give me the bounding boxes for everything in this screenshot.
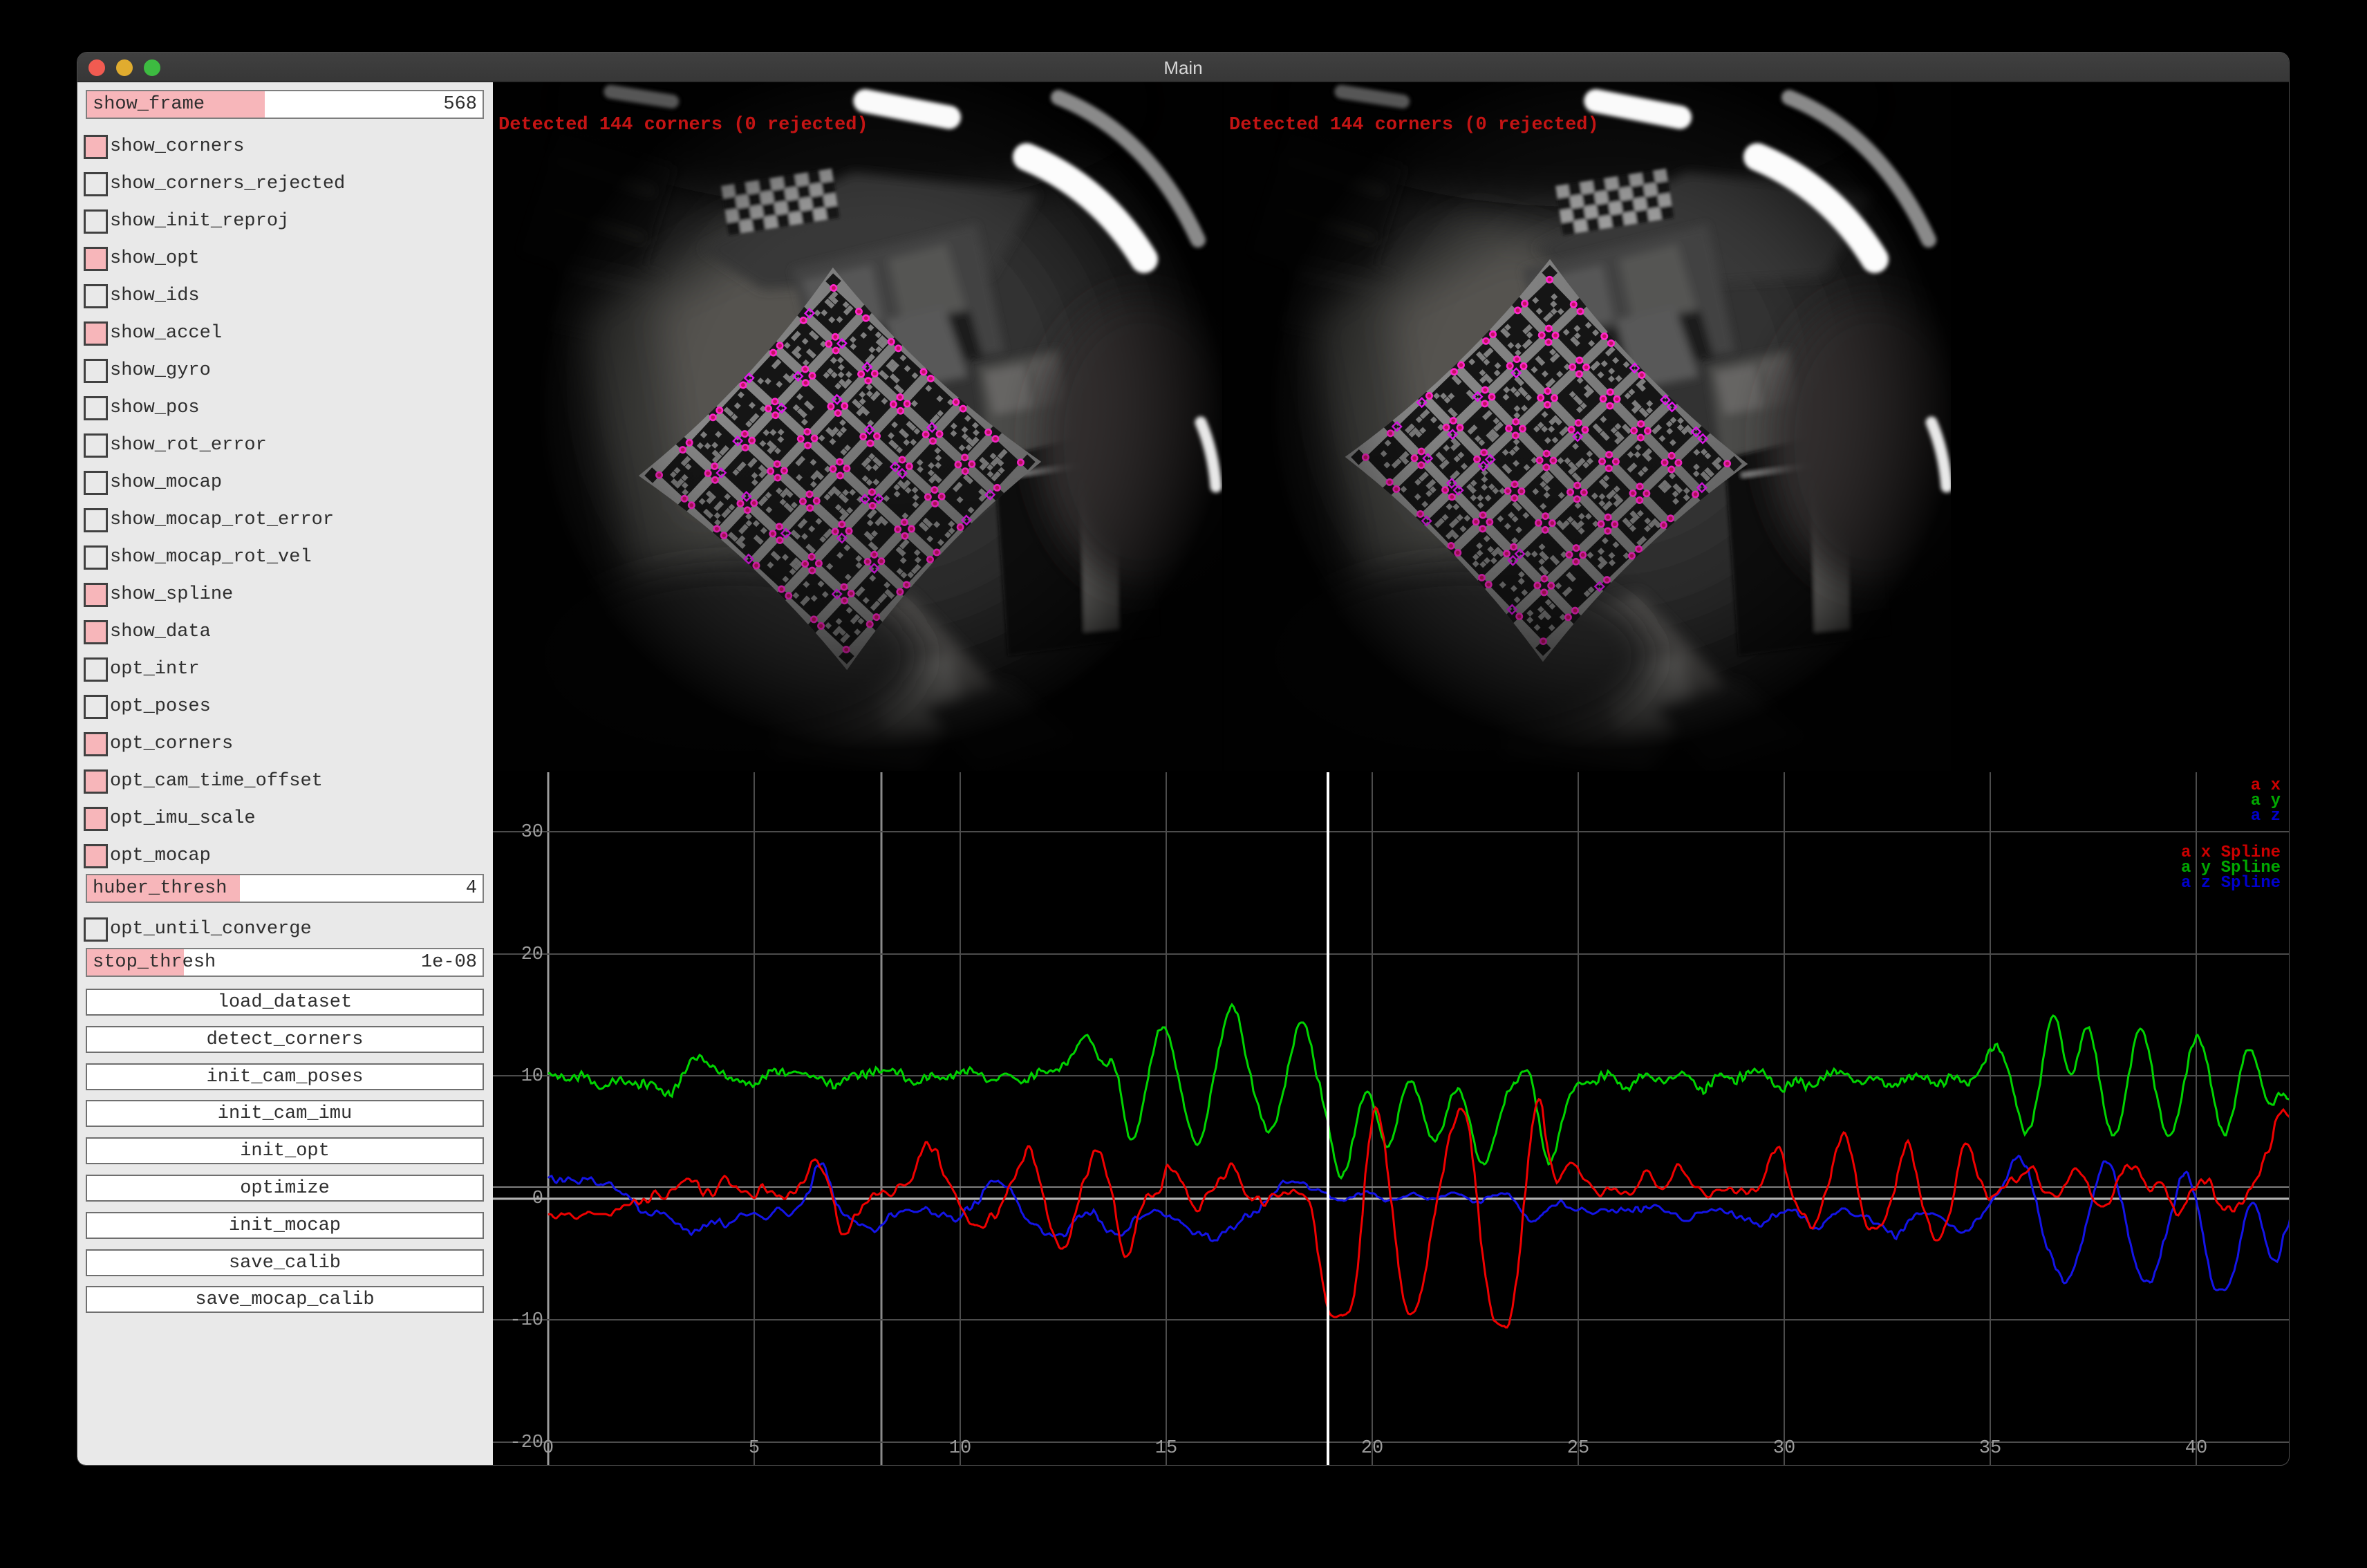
- svg-text:0: 0: [543, 1438, 554, 1459]
- svg-text:5: 5: [749, 1438, 760, 1459]
- svg-text:40: 40: [2185, 1438, 2207, 1459]
- svg-text:15: 15: [1155, 1438, 1177, 1459]
- svg-text:25: 25: [1567, 1438, 1589, 1459]
- svg-text:Detected 144 corners (0 reject: Detected 144 corners (0 rejected): [1229, 115, 1599, 136]
- svg-text:10: 10: [949, 1438, 971, 1459]
- svg-text:a z Spline: a z Spline: [2181, 874, 2281, 893]
- svg-text:-10: -10: [509, 1310, 543, 1331]
- svg-text:a z: a z: [2251, 807, 2281, 825]
- svg-text:30: 30: [1773, 1438, 1795, 1459]
- svg-text:10: 10: [521, 1066, 543, 1087]
- svg-text:20: 20: [1361, 1438, 1383, 1459]
- svg-text:-20: -20: [509, 1432, 543, 1453]
- svg-text:Detected 144 corners (0 reject: Detected 144 corners (0 rejected): [498, 115, 868, 136]
- svg-text:20: 20: [521, 944, 543, 965]
- svg-text:30: 30: [521, 822, 543, 843]
- svg-text:35: 35: [1979, 1438, 2001, 1459]
